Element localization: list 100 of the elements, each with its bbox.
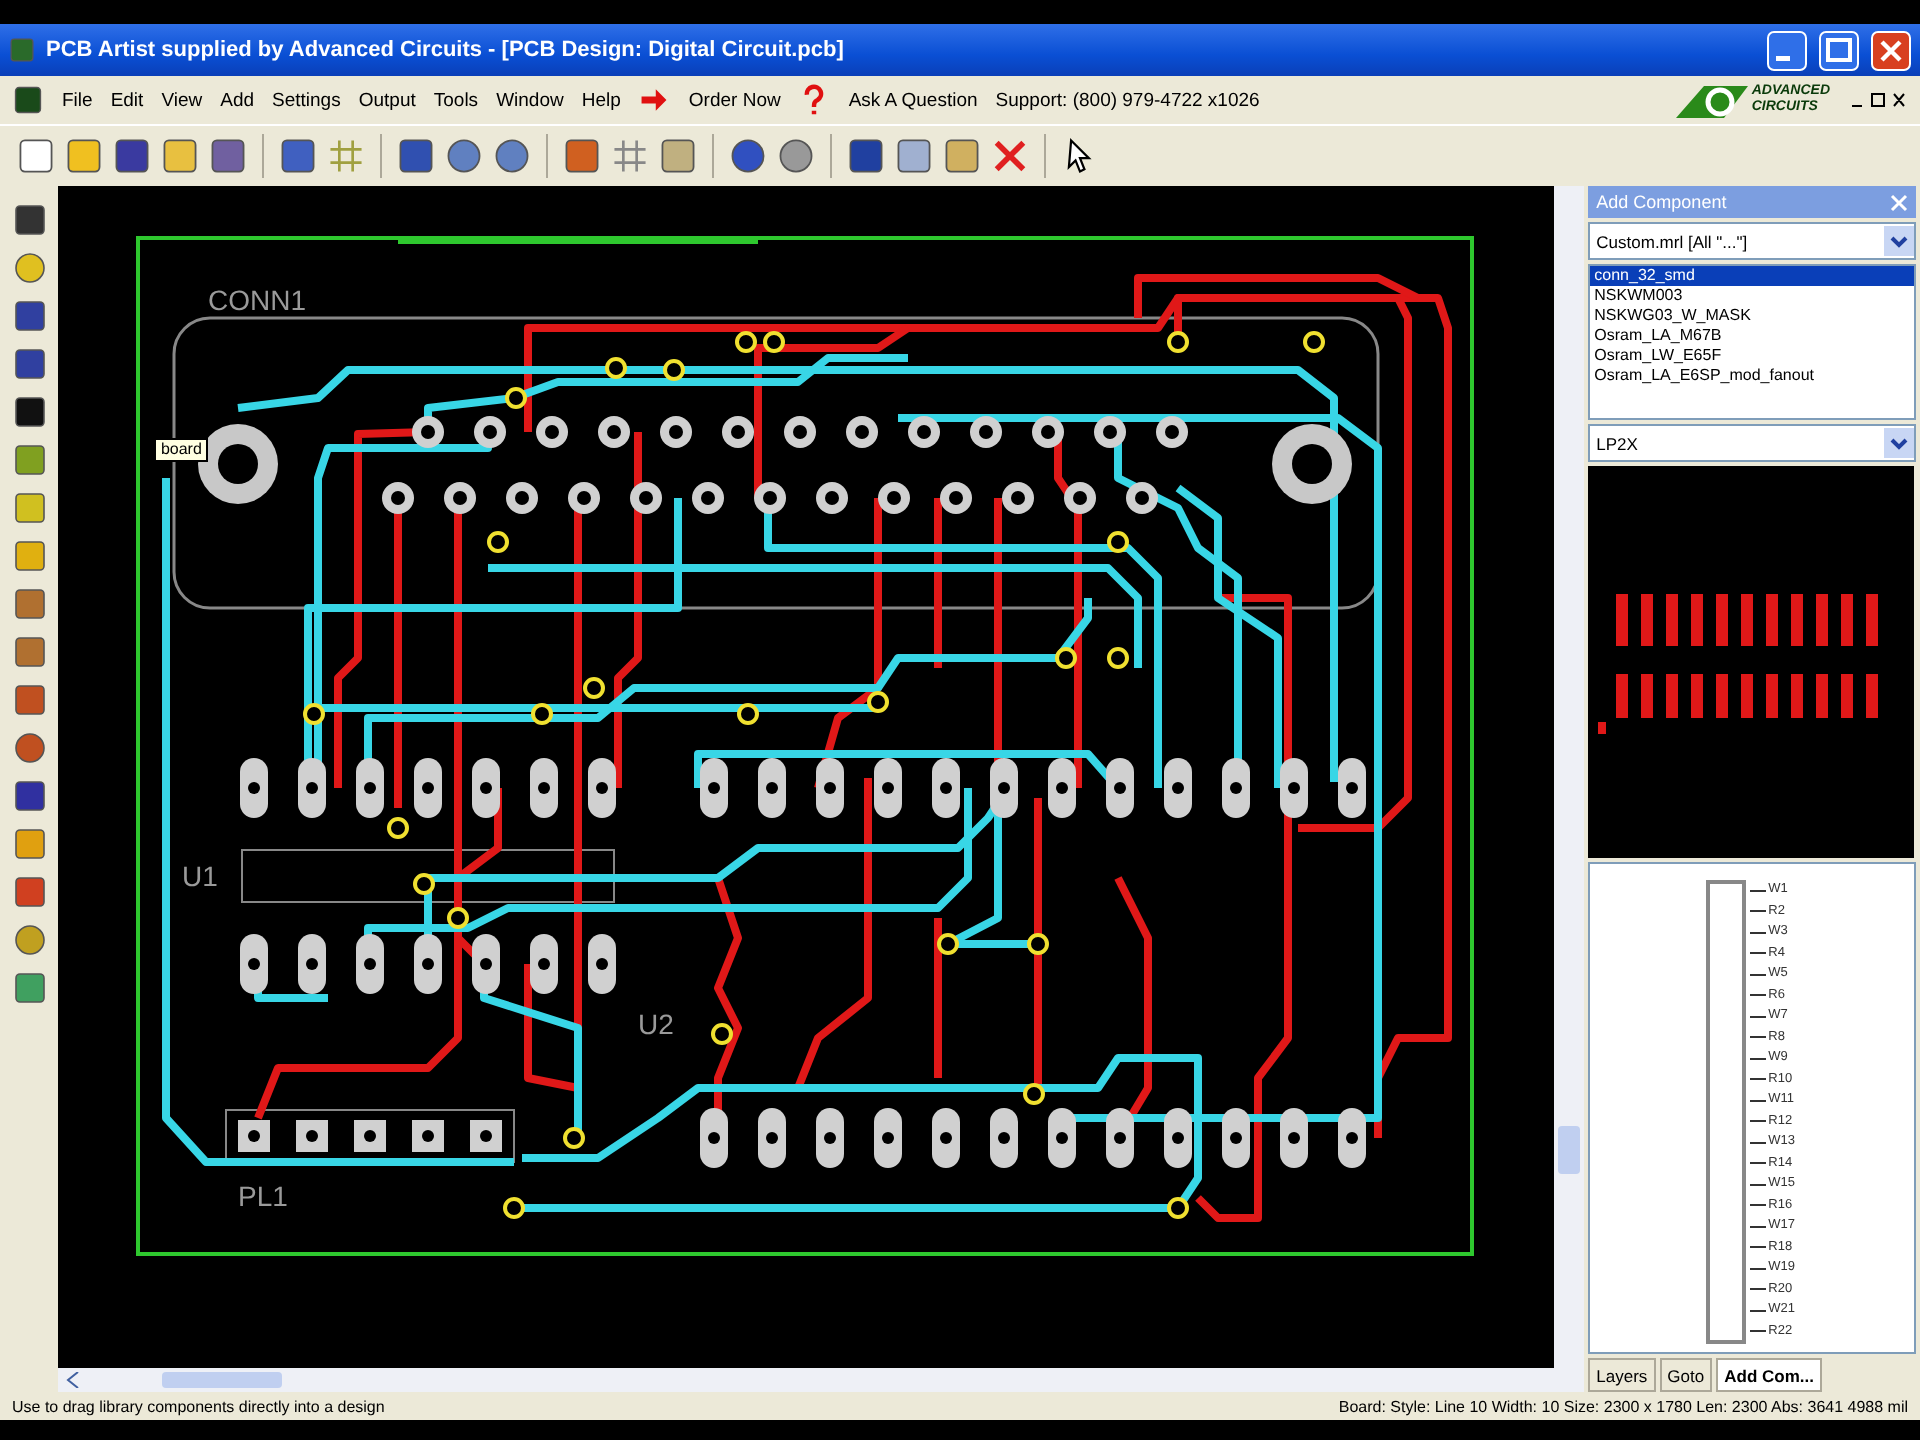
component-pad bbox=[414, 758, 443, 818]
pin-line bbox=[1750, 889, 1767, 892]
component-list-item[interactable]: Osram_LW_E65F bbox=[1590, 346, 1914, 366]
component-pad bbox=[356, 758, 385, 818]
library-dropdown[interactable]: Custom.mrl [All "..."] bbox=[1588, 222, 1916, 260]
order-now-link[interactable]: Order Now bbox=[688, 89, 781, 111]
via bbox=[563, 1127, 586, 1149]
status-info: Board: Style: Line 10 Width: 10 Size: 2300 x 1780 Len: 2300 Abs: 3641 4988 mil bbox=[1338, 1397, 1908, 1415]
header-pad bbox=[238, 1120, 271, 1152]
menu-item[interactable]: Output bbox=[358, 89, 416, 111]
close-icon[interactable] bbox=[1890, 193, 1908, 211]
connector-pad bbox=[444, 482, 477, 514]
via bbox=[1303, 331, 1326, 353]
menu-item[interactable]: Add bbox=[220, 89, 255, 111]
pin-line bbox=[1750, 1204, 1767, 1207]
component-pad bbox=[874, 758, 903, 818]
component-label: CONN1 bbox=[208, 284, 307, 316]
component-pad bbox=[530, 758, 559, 818]
connector-pad bbox=[970, 416, 1003, 448]
component-pad bbox=[874, 1108, 903, 1168]
header-pad bbox=[296, 1120, 329, 1152]
header-pad bbox=[354, 1120, 387, 1152]
via bbox=[1167, 331, 1190, 353]
close-button[interactable] bbox=[1870, 29, 1912, 71]
pin-line bbox=[1750, 1225, 1767, 1228]
pin-line bbox=[1750, 1267, 1767, 1270]
component-pad bbox=[588, 934, 617, 994]
connector-pad bbox=[722, 416, 755, 448]
pin-line bbox=[1750, 1036, 1767, 1039]
pin-line bbox=[1750, 910, 1767, 913]
app-icon bbox=[8, 36, 36, 64]
vertical-scrollbar[interactable] bbox=[1554, 186, 1585, 1392]
ask-question-link[interactable]: Ask A Question bbox=[848, 89, 978, 111]
component-pad bbox=[1048, 758, 1077, 818]
component-pad bbox=[758, 758, 787, 818]
maximize-button[interactable] bbox=[1818, 29, 1860, 71]
connector-pad bbox=[506, 482, 539, 514]
header-pad bbox=[412, 1120, 445, 1152]
component-pad bbox=[1222, 1108, 1251, 1168]
component-pad bbox=[990, 1108, 1019, 1168]
arrow-icon[interactable] bbox=[638, 84, 671, 116]
pin-line bbox=[1750, 1078, 1767, 1081]
via bbox=[1027, 933, 1050, 955]
via bbox=[1023, 1083, 1046, 1105]
component-pad bbox=[700, 758, 729, 818]
via bbox=[387, 817, 410, 839]
scroll-left-icon[interactable] bbox=[66, 1372, 83, 1388]
connector-pad bbox=[536, 416, 569, 448]
horizontal-scrollbar[interactable] bbox=[58, 1368, 1555, 1392]
component-list-item[interactable]: Osram_LA_E6SP_mod_fanout bbox=[1590, 366, 1914, 386]
document-window-controls-icon[interactable] bbox=[1848, 88, 1908, 112]
component-pad bbox=[1280, 1108, 1309, 1168]
menu-item[interactable]: View bbox=[161, 89, 203, 111]
pin-line bbox=[1750, 1309, 1767, 1312]
scrollbar-thumb[interactable] bbox=[1558, 1126, 1581, 1174]
connector-pad bbox=[784, 416, 817, 448]
component-pad bbox=[530, 934, 559, 994]
component-label: U1 bbox=[182, 860, 219, 892]
menu-item[interactable]: File bbox=[62, 89, 93, 111]
component-pad bbox=[1222, 758, 1251, 818]
component-pad bbox=[588, 758, 617, 818]
menu-item[interactable]: Settings bbox=[272, 89, 341, 111]
connector-pad bbox=[1002, 482, 1035, 514]
component-pad bbox=[1106, 1108, 1135, 1168]
minimize-button[interactable] bbox=[1766, 29, 1808, 71]
pin-line bbox=[1750, 1162, 1767, 1165]
component-pad bbox=[1338, 758, 1367, 818]
menu-item[interactable]: Tools bbox=[433, 89, 479, 111]
pin-line bbox=[1750, 994, 1767, 997]
component-list-item[interactable]: NSKWG03_W_MASK bbox=[1590, 306, 1914, 326]
scrollbar-thumb[interactable] bbox=[162, 1372, 283, 1388]
component-pad bbox=[1164, 1108, 1193, 1168]
header-pad bbox=[470, 1120, 503, 1152]
menu-item[interactable]: Help bbox=[581, 89, 621, 111]
component-list-item[interactable]: conn_32_smd bbox=[1590, 266, 1914, 286]
pin-line bbox=[1750, 1288, 1767, 1291]
connector-pad bbox=[908, 416, 941, 448]
delete-icon[interactable] bbox=[990, 136, 1030, 176]
pin-line bbox=[1750, 1015, 1767, 1018]
pin-line bbox=[1750, 973, 1767, 976]
via bbox=[1055, 647, 1078, 669]
component-pad bbox=[1280, 758, 1309, 818]
grid-icon[interactable] bbox=[610, 136, 650, 176]
component-list-item[interactable]: NSKWM003 bbox=[1590, 286, 1914, 306]
component-list-item[interactable]: Osram_LA_M67B bbox=[1590, 326, 1914, 346]
pin-line bbox=[1750, 952, 1767, 955]
pin-line bbox=[1750, 1141, 1767, 1144]
menu-item[interactable]: Window bbox=[496, 89, 564, 111]
component-pad bbox=[1106, 758, 1135, 818]
connector-pad bbox=[940, 482, 973, 514]
connector-pad bbox=[692, 482, 725, 514]
component-pad bbox=[816, 758, 845, 818]
panel-tab[interactable]: Goto bbox=[1659, 1358, 1713, 1392]
via bbox=[505, 387, 528, 409]
status-hint: Use to drag library components directly into a design bbox=[12, 1397, 385, 1415]
panel-tab[interactable]: Add Com... bbox=[1716, 1358, 1822, 1392]
component-pad bbox=[932, 758, 961, 818]
package-dropdown[interactable]: LP2X bbox=[1588, 424, 1916, 462]
panel-tab[interactable]: Layers bbox=[1588, 1358, 1656, 1392]
menu-item[interactable]: Edit bbox=[110, 89, 144, 111]
